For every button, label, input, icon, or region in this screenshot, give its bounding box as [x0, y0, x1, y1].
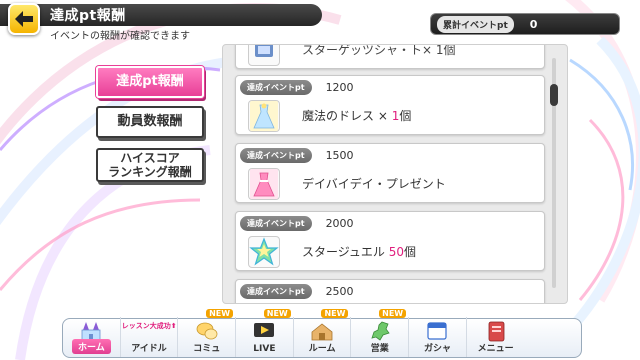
new-badge: NEW: [379, 309, 407, 318]
page-title: 達成pt報酬: [50, 8, 126, 24]
star-jewel-icon: [248, 236, 280, 268]
tab-label-line-1: ハイスコア: [120, 151, 180, 165]
tab-label-line-2: ランキング報酬: [108, 165, 192, 179]
cumulative-points-label: 累計イベントpt: [437, 15, 514, 33]
new-badge: NEW: [321, 309, 349, 318]
bottom-nav: ホーム レッスン大成功⬆ アイドル NEW コミュ NEW LIVE NEW ル…: [62, 309, 582, 358]
pt-label-badge: 達成イベントpt: [240, 216, 312, 231]
reward-qty: 50: [388, 245, 405, 259]
pt-value: 2500: [325, 285, 354, 298]
reward-item-name: スターゲッツシャ・ト× 1個: [302, 44, 456, 57]
pt-value: 1500: [325, 149, 354, 162]
tab-highscore-ranking-reward[interactable]: ハイスコア ランキング報酬: [96, 148, 204, 182]
commu-icon: [196, 322, 218, 340]
nav-gacha[interactable]: ガシャ: [409, 317, 467, 357]
nav-home[interactable]: ホーム: [63, 317, 121, 357]
pt-label-badge: 達成イベントpt: [240, 80, 312, 95]
tab-mobilization-reward[interactable]: 動員数報酬: [96, 106, 204, 138]
reward-item-name: スタージュエル 50個: [302, 245, 417, 259]
reward-card: 達成イベントpt 1200 魔法のドレス × 1個: [235, 75, 545, 135]
page-subtitle: イベントの報酬が確認できます: [50, 31, 190, 42]
nav-label: ルーム: [308, 344, 336, 354]
scrollbar-thumb[interactable]: [550, 84, 558, 106]
back-button[interactable]: [8, 3, 40, 35]
reward-list[interactable]: スターゲッツシャ・ト× 1個 達成イベントpt 1200 魔法のドレス × 1個…: [222, 44, 568, 304]
reward-card: 達成イベントpt 2000 スタージュエル 50個: [235, 211, 545, 271]
room-icon: [311, 323, 333, 341]
cumulative-points-value: 0: [529, 17, 538, 31]
arrow-left-icon: [15, 11, 33, 27]
partial-item-icon: [248, 45, 280, 66]
nav-idol[interactable]: レッスン大成功⬆ アイドル: [121, 317, 179, 357]
new-badge: NEW: [263, 309, 291, 318]
nav-label: コミュ: [193, 344, 221, 354]
tab-label: 動員数報酬: [117, 114, 183, 129]
new-badge: NEW: [206, 309, 234, 318]
pt-value: 2000: [325, 217, 354, 230]
tab-achievement-pt-reward[interactable]: 達成pt報酬: [96, 66, 204, 98]
pt-value: 1200: [325, 81, 354, 94]
magic-dress-icon: [248, 100, 280, 132]
reward-card: 達成イベントpt 2500: [235, 279, 545, 303]
nav-room[interactable]: NEW ルーム: [294, 309, 352, 357]
header-bar: [0, 4, 322, 26]
reward-item-name: デイバイデイ・プレゼント: [302, 177, 446, 191]
menu-book-icon: [488, 321, 505, 342]
nav-label: アイドル: [131, 344, 167, 354]
nav-label: ホーム: [71, 339, 111, 354]
pt-label-badge: 達成イベントpt: [240, 148, 312, 163]
live-icon: [254, 323, 275, 337]
gacha-icon: [427, 322, 448, 340]
nav-label: メニュー: [477, 344, 514, 354]
nav-live[interactable]: NEW LIVE: [236, 309, 294, 357]
reward-card: 達成イベントpt 1500 デイバイデイ・プレゼント: [235, 143, 545, 203]
nav-label: ガシャ: [423, 344, 451, 354]
pt-label-badge: 達成イベントpt: [240, 284, 312, 299]
nav-label: LIVE: [253, 344, 276, 354]
nav-label: 営業: [370, 344, 389, 354]
reward-card: スターゲッツシャ・ト× 1個: [235, 44, 545, 69]
nav-sales[interactable]: NEW 営業: [351, 309, 410, 357]
lesson-success-banner: レッスン大成功⬆: [121, 322, 177, 330]
nav-commu[interactable]: NEW コミュ: [178, 309, 237, 357]
map-icon: [371, 321, 390, 341]
cumulative-points-panel: 累計イベントpt 0: [430, 13, 620, 35]
tab-label: 達成pt報酬: [116, 74, 184, 89]
reward-item-name: 魔法のドレス × 1個: [302, 109, 412, 123]
nav-menu[interactable]: メニュー: [467, 317, 525, 357]
pink-dress-icon: [248, 168, 280, 200]
